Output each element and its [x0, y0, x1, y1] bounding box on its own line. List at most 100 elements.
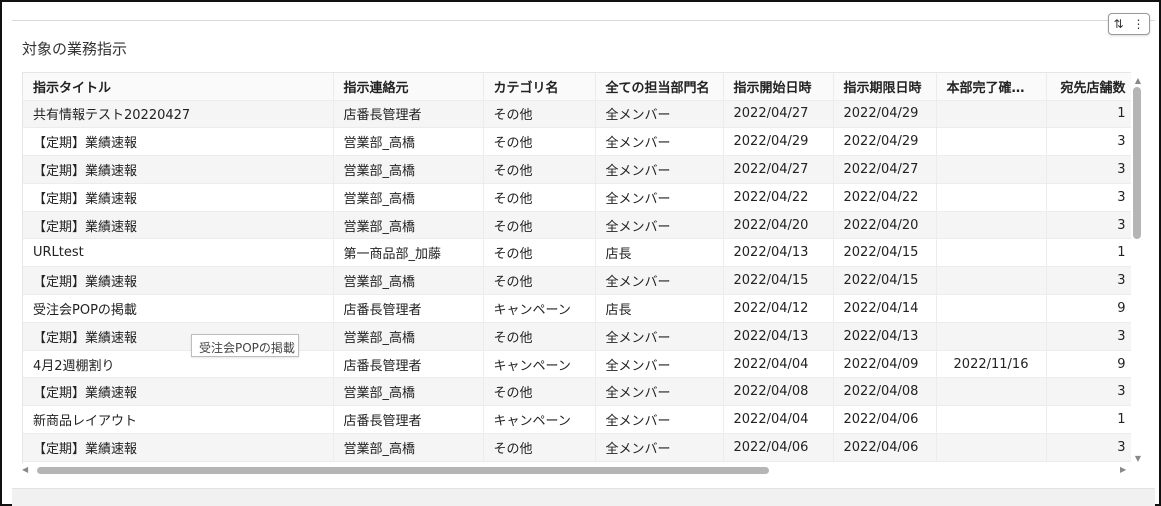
column-header-store-count[interactable]: 宛先店舗数 — [1046, 73, 1131, 101]
cell-departments: 全メンバー — [595, 322, 724, 351]
cell-start-date: 2022/04/08 — [723, 377, 834, 407]
cell-contact: 営業部_高橋 — [333, 183, 484, 212]
cell-title: 共有情報テスト20220427 — [23, 100, 334, 129]
cell-contact: 営業部_高橋 — [333, 211, 484, 240]
sort-icon[interactable]: ⇅ — [1113, 18, 1123, 30]
cell-due-date: 2022/04/06 — [833, 405, 937, 435]
cell-start-date: 2022/04/04 — [723, 350, 834, 379]
cell-store-count: 9 — [1046, 350, 1131, 379]
table-row[interactable]: 【定期】業績速報 営業部_高橋 その他 全メンバー 2022/04/20 2022/04/… — [23, 211, 1131, 240]
table-row[interactable]: 受注会POPの掲載 店番長管理者 キャンペーン 店長 2022/04/12 2022/04… — [23, 294, 1131, 323]
column-header-hq-completion[interactable]: 本部完了確… — [936, 73, 1047, 101]
cell-due-date: 2022/04/15 — [833, 238, 937, 268]
cell-category: その他 — [483, 377, 596, 407]
cell-start-date: 2022/04/13 — [723, 238, 834, 268]
scroll-down-arrow-icon[interactable]: ▼ — [1133, 454, 1143, 464]
cell-store-count: 3 — [1046, 211, 1131, 240]
data-table-container[interactable]: 指示タイトル 指示連絡元 カテゴリ名 全ての担当部門名 指示開始日時 指示期限日… — [22, 72, 1131, 464]
cell-hq-completion: 2022/11/16 — [936, 350, 1047, 379]
table-row[interactable]: 【定期】業績速報 営業部_高橋 その他 全メンバー 2022/04/29 2022/04/… — [23, 127, 1131, 157]
cell-departments: 全メンバー — [595, 127, 724, 157]
scroll-up-arrow-icon[interactable]: ▲ — [1133, 76, 1143, 86]
cell-store-count: 9 — [1046, 294, 1131, 323]
column-header-start-date[interactable]: 指示開始日時 — [723, 73, 834, 101]
cell-store-count: 3 — [1046, 127, 1131, 157]
cell-store-count: 3 — [1046, 155, 1131, 184]
cell-due-date: 2022/04/09 — [833, 350, 937, 379]
column-header-category[interactable]: カテゴリ名 — [483, 73, 596, 101]
cell-start-date: 2022/04/27 — [723, 100, 834, 129]
cell-category: キャンペーン — [483, 294, 596, 323]
cell-hq-completion — [936, 433, 1047, 462]
cell-category: キャンペーン — [483, 405, 596, 435]
table-row[interactable]: 【定期】業績速報 営業部_高橋 その他 全メンバー 2022/04/06 2022/04/… — [23, 433, 1131, 462]
cell-contact: 営業部_高橋 — [333, 433, 484, 462]
cell-hq-completion — [936, 322, 1047, 351]
more-options-icon[interactable]: ⋮ — [1133, 18, 1145, 30]
horizontal-scrollbar-thumb[interactable] — [37, 467, 769, 474]
panel-toolbar: ⇅ ⋮ — [1108, 13, 1150, 35]
cell-due-date: 2022/04/13 — [833, 322, 937, 351]
table-row[interactable]: 【定期】業績速報 営業部_高橋 その他 全メンバー 2022/04/13 2022/04/… — [23, 322, 1131, 351]
table-row[interactable]: 4月2週棚割り 店番長管理者 キャンペーン 全メンバー 2022/04/04 2022/0… — [23, 350, 1131, 379]
cell-start-date: 2022/04/06 — [723, 433, 834, 462]
panel-top-divider — [12, 20, 1155, 21]
cell-start-date: 2022/04/27 — [723, 155, 834, 184]
cell-contact: 営業部_高橋 — [333, 127, 484, 157]
table-row[interactable]: 【定期】業績速報 営業部_高橋 その他 全メンバー 2022/04/15 2022/04/… — [23, 266, 1131, 296]
cell-hq-completion — [936, 405, 1047, 435]
cell-departments: 全メンバー — [595, 155, 724, 184]
cell-departments: 全メンバー — [595, 266, 724, 296]
cell-store-count: 3 — [1046, 266, 1131, 296]
report-panel: ⇅ ⋮ 対象の業務指示 指示タイトル 指示連絡元 カテゴリ名 全ての担当部門名 — [0, 0, 1161, 506]
data-table: 指示タイトル 指示連絡元 カテゴリ名 全ての担当部門名 指示開始日時 指示期限日… — [23, 73, 1131, 462]
column-header-due-date[interactable]: 指示期限日時 — [833, 73, 937, 101]
table-body: 共有情報テスト20220427 店番長管理者 その他 全メンバー 2022/04/27 2… — [23, 100, 1131, 462]
cell-due-date: 2022/04/20 — [833, 211, 937, 240]
panel-footer — [12, 488, 1155, 506]
table-row[interactable]: 【定期】業績速報 営業部_高橋 その他 全メンバー 2022/04/08 2022/04/… — [23, 377, 1131, 407]
cell-title: 【定期】業績速報 — [23, 211, 334, 240]
column-header-departments[interactable]: 全ての担当部門名 — [595, 73, 724, 101]
cell-start-date: 2022/04/13 — [723, 322, 834, 351]
cell-due-date: 2022/04/06 — [833, 433, 937, 462]
table-row[interactable]: URLtest 第一商品部_加藤 その他 店長 2022/04/13 2022/04/15… — [23, 238, 1131, 268]
table-row[interactable]: 新商品レイアウト 店番長管理者 キャンペーン 全メンバー 2022/04/04 2022/… — [23, 405, 1131, 435]
scroll-right-arrow-icon[interactable]: ▶ — [1120, 465, 1132, 475]
cell-title: 【定期】業績速報 — [23, 155, 334, 184]
scroll-left-arrow-icon[interactable]: ◀ — [22, 465, 34, 475]
cell-hq-completion — [936, 294, 1047, 323]
cell-hq-completion — [936, 211, 1047, 240]
cell-title: 受注会POPの掲載 — [23, 294, 334, 323]
cell-contact: 第一商品部_加藤 — [333, 238, 484, 268]
cell-departments: 全メンバー — [595, 433, 724, 462]
cell-due-date: 2022/04/27 — [833, 155, 937, 184]
cell-contact: 営業部_高橋 — [333, 266, 484, 296]
cell-store-count: 3 — [1046, 433, 1131, 462]
cell-category: その他 — [483, 155, 596, 184]
table-row[interactable]: 共有情報テスト20220427 店番長管理者 その他 全メンバー 2022/04/27 2… — [23, 100, 1131, 129]
cell-category: その他 — [483, 100, 596, 129]
cell-category: その他 — [483, 238, 596, 268]
cell-contact: 店番長管理者 — [333, 405, 484, 435]
cell-departments: 全メンバー — [595, 211, 724, 240]
cell-hq-completion — [936, 377, 1047, 407]
cell-start-date: 2022/04/20 — [723, 211, 834, 240]
cell-title: 【定期】業績速報 — [23, 433, 334, 462]
cell-start-date: 2022/04/04 — [723, 405, 834, 435]
cell-departments: 全メンバー — [595, 405, 724, 435]
cell-departments: 全メンバー — [595, 350, 724, 379]
cell-contact: 店番長管理者 — [333, 350, 484, 379]
column-header-title[interactable]: 指示タイトル — [23, 73, 334, 101]
vertical-scrollbar-thumb[interactable] — [1133, 87, 1141, 239]
cell-store-count: 1 — [1046, 238, 1131, 268]
table-row[interactable]: 【定期】業績速報 営業部_高橋 その他 全メンバー 2022/04/22 2022/04/… — [23, 183, 1131, 212]
cell-due-date: 2022/04/29 — [833, 127, 937, 157]
cell-store-count: 3 — [1046, 183, 1131, 212]
column-header-contact[interactable]: 指示連絡元 — [333, 73, 484, 101]
panel-title: 対象の業務指示 — [22, 40, 128, 58]
cell-title: 【定期】業績速報 — [23, 183, 334, 212]
cell-store-count: 3 — [1046, 322, 1131, 351]
table-row[interactable]: 【定期】業績速報 営業部_高橋 その他 全メンバー 2022/04/27 2022/04/… — [23, 155, 1131, 184]
cell-start-date: 2022/04/29 — [723, 127, 834, 157]
